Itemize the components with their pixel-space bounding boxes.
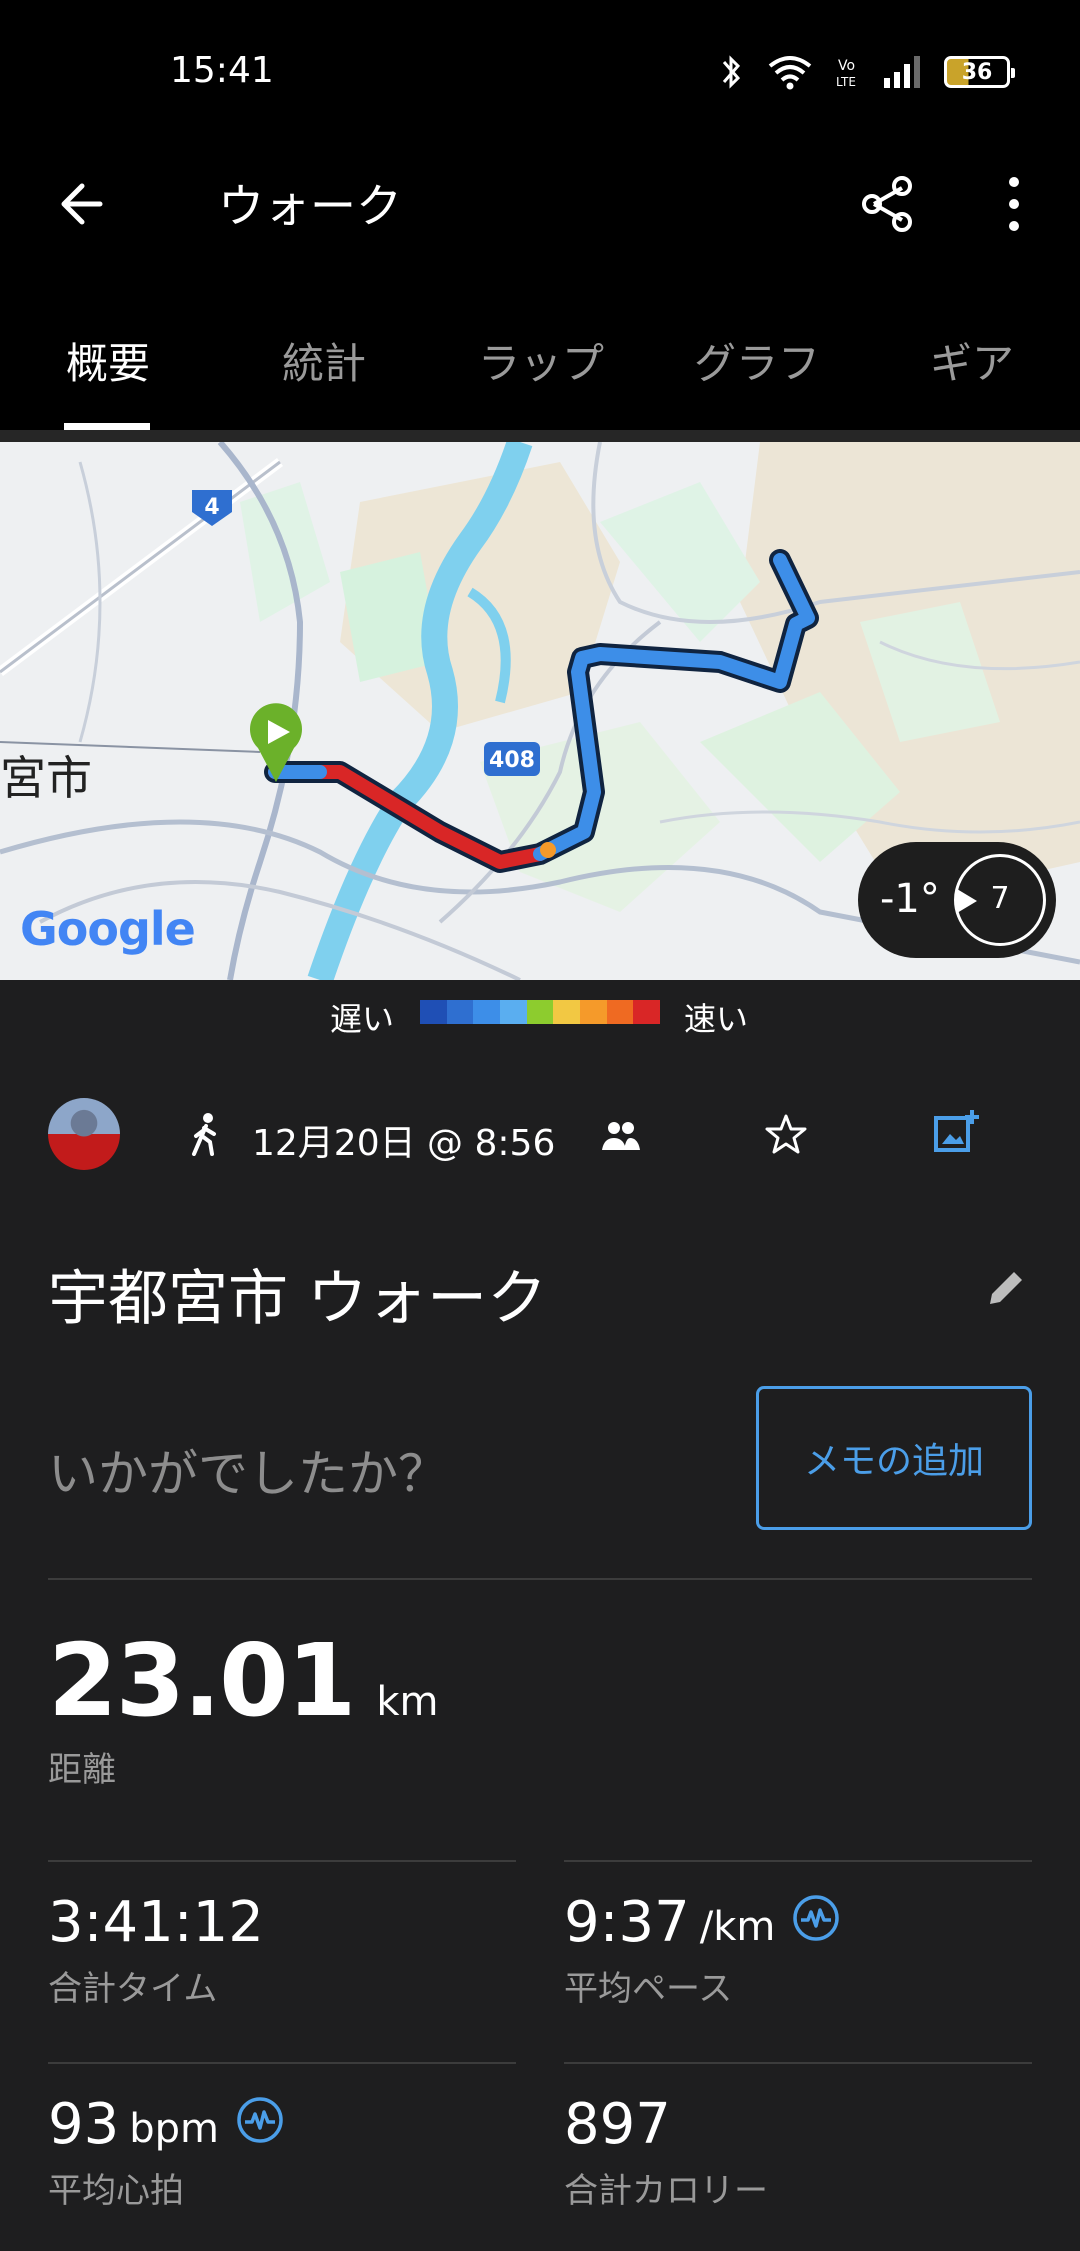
memo-prompt[interactable]: いかがでしたか？	[48, 1434, 448, 1506]
legend-color-segment	[606, 1000, 634, 1024]
app-bar: ウォーク	[0, 140, 1080, 270]
svg-text:LTE: LTE	[836, 75, 856, 89]
avg-hr-value: 93	[48, 2092, 120, 2157]
divider	[48, 1860, 516, 1862]
divider	[564, 2062, 1032, 2064]
legend-color-segment	[580, 1000, 607, 1024]
avg-hr-unit: bpm	[129, 2105, 220, 2152]
google-logo-text: Google	[20, 902, 196, 956]
avg-pace-stat: 9:37 /km 平均ペース	[564, 1890, 841, 2010]
wifi-icon	[768, 56, 812, 90]
road-4-label: 4	[204, 495, 219, 520]
signal-icon	[884, 56, 920, 88]
avg-hr-label: 平均心拍	[48, 2171, 184, 2211]
divider	[48, 2062, 516, 2064]
divider	[564, 1860, 1032, 1862]
activity-name: 宇都宮市 ウォーク	[48, 1264, 548, 1334]
calories-value: 897	[564, 2092, 671, 2157]
calories-stat: 897 合計カロリー	[564, 2092, 768, 2212]
more-options-icon[interactable]	[978, 168, 1050, 240]
legend-color-segment	[473, 1000, 501, 1024]
tab-laps[interactable]: ラップ	[478, 330, 604, 391]
speed-legend: 遅い 速い	[0, 994, 1080, 1044]
avg-pace-unit: /km	[699, 1903, 776, 1950]
avatar[interactable]	[48, 1098, 120, 1170]
add-photo-icon[interactable]	[932, 1108, 980, 1156]
status-time: 15:41	[170, 50, 274, 91]
svg-text:Vo: Vo	[838, 58, 855, 74]
pulse-icon[interactable]	[235, 2095, 285, 2145]
total-time-value: 3:41:12	[48, 1890, 264, 1955]
total-time-stat: 3:41:12 合計タイム	[48, 1890, 264, 2010]
weather-widget: -1° 7	[858, 842, 1056, 958]
legend-color-segment	[526, 1000, 554, 1024]
map-city-label: 宮市	[0, 751, 92, 805]
avg-pace-label: 平均ペース	[564, 1969, 733, 2009]
tab-stats[interactable]: 統計	[282, 330, 366, 391]
legend-color-segment	[500, 1000, 527, 1024]
distance-stat: 23.01 km	[48, 1622, 438, 1739]
battery-icon: 36	[944, 56, 1015, 88]
avg-heart-rate-stat: 93 bpm 平均心拍	[48, 2092, 285, 2212]
volte-icon: VoLTE	[836, 58, 856, 89]
google-logo: Google	[20, 902, 196, 956]
legend-slow-label: 遅い	[330, 1000, 395, 1038]
pulse-icon[interactable]	[791, 1893, 841, 1943]
total-time-label: 合計タイム	[48, 1969, 218, 2009]
legend-fast-label: 速い	[684, 1000, 749, 1038]
legend-color-bar	[420, 1000, 661, 1024]
star-icon[interactable]	[764, 1112, 808, 1156]
tab-bar: 概要 統計 ラップ グラフ ギア	[0, 270, 1080, 430]
bluetooth-icon	[722, 55, 741, 89]
tab-overview[interactable]: 概要	[66, 330, 150, 391]
distance-label: 距離	[48, 1750, 116, 1790]
avg-pace-value: 9:37	[564, 1890, 690, 1955]
tab-graph[interactable]: グラフ	[694, 330, 820, 391]
tab-indicator	[64, 423, 150, 430]
legend-color-segment	[446, 1000, 474, 1024]
tab-gear[interactable]: ギア	[930, 330, 1014, 391]
route-map[interactable]: 4 408 宮市 Google -1° 7	[0, 442, 1080, 980]
status-icons: Vo LTE 36	[720, 50, 1015, 94]
wind-icon: 7	[954, 854, 1046, 946]
app-title: ウォーク	[218, 179, 402, 233]
weather-temperature: -1°	[880, 876, 940, 922]
people-icon[interactable]	[600, 1118, 640, 1154]
share-icon[interactable]	[852, 168, 924, 240]
status-bar: 15:41 Vo LTE 36	[0, 0, 1080, 140]
calories-label: 合計カロリー	[564, 2171, 768, 2211]
road-408-label: 408	[489, 748, 535, 773]
back-arrow-icon[interactable]	[48, 168, 120, 240]
tab-divider	[0, 430, 1080, 442]
wind-speed: 7	[990, 881, 1010, 916]
distance-unit: km	[376, 1679, 439, 1725]
legend-color-segment	[633, 1000, 661, 1024]
add-memo-button[interactable]: メモの追加	[756, 1386, 1032, 1530]
battery-level: 36	[961, 59, 993, 85]
legend-color-segment	[420, 1000, 447, 1024]
distance-value: 23.01	[48, 1622, 356, 1739]
divider	[48, 1578, 1032, 1580]
legend-color-segment	[553, 1000, 581, 1024]
activity-date: 12月20日 @ 8:56	[252, 1123, 556, 1164]
edit-pencil-icon[interactable]	[984, 1266, 1028, 1310]
walking-icon	[192, 1113, 216, 1156]
